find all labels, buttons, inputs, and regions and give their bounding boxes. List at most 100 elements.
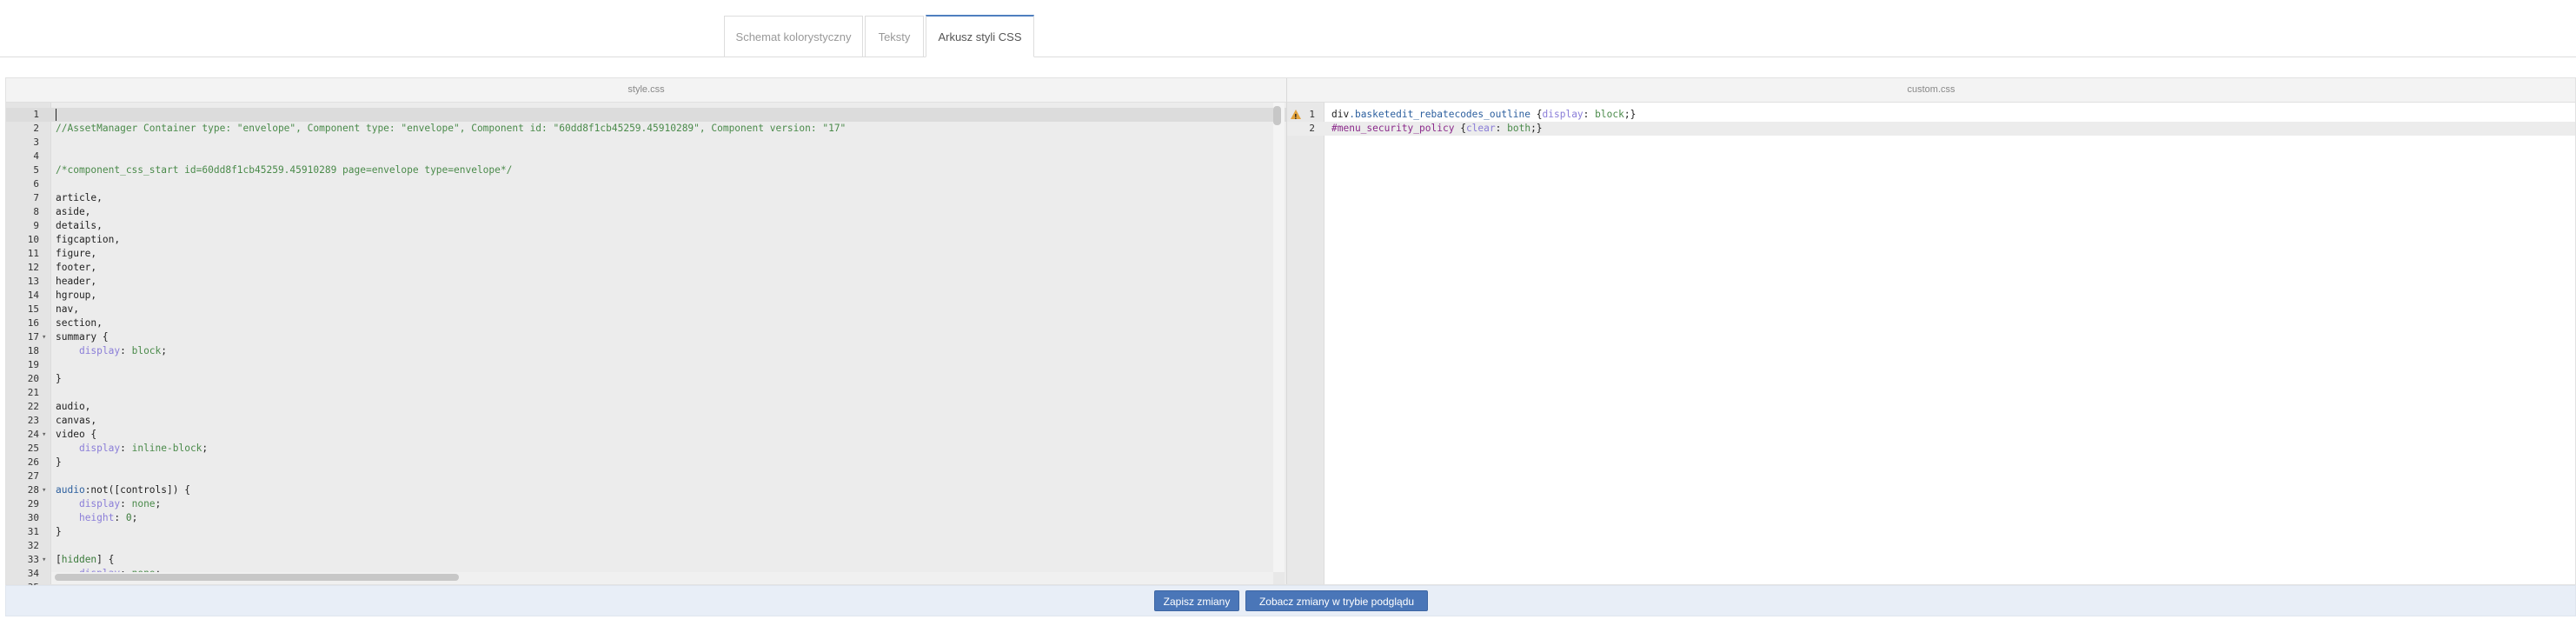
code-line[interactable]: 13 header, <box>6 275 1286 289</box>
code-lines: 1 2 //AssetManager Container type: "envelo… <box>6 108 1286 595</box>
code-line[interactable]: 4 <box>6 150 1286 163</box>
line-number: 7 <box>33 192 39 203</box>
code-line[interactable]: 22 audio, <box>6 400 1286 414</box>
line-number: 20 <box>27 373 39 384</box>
code-text: height: 0; <box>78 512 138 523</box>
line-number: 27 <box>27 470 39 482</box>
custom-css-panel: custom.css 1 div.basketedit_rebatecodes_o… <box>1287 78 2575 584</box>
code-text: } <box>56 373 62 384</box>
vertical-scrollbar-track[interactable] <box>1273 103 1285 572</box>
code-line[interactable]: 31} <box>6 525 1286 539</box>
code-text: display: none; <box>78 498 162 509</box>
code-line[interactable]: 17 ▾ summary { <box>6 330 1286 344</box>
tab-texts[interactable]: Teksty <box>865 16 924 57</box>
line-number: 19 <box>27 359 39 370</box>
code-line[interactable]: 32 <box>6 539 1286 553</box>
code-line[interactable]: 14 hgroup, <box>6 289 1286 303</box>
code-line[interactable]: 15 nav, <box>6 303 1286 316</box>
code-line[interactable]: 5 /*component_css_start id=60dd8f1cb45259… <box>6 163 1286 177</box>
code-line[interactable]: 6 <box>6 177 1286 191</box>
code-line[interactable]: 23 canvas, <box>6 414 1286 428</box>
code-line[interactable]: 21 <box>6 386 1286 400</box>
line-number: 8 <box>33 206 39 217</box>
code-line[interactable]: 19 <box>6 358 1286 372</box>
code-line[interactable]: 10 figcaption, <box>6 233 1286 247</box>
code-text: aside, <box>56 206 91 217</box>
line-number: 32 <box>27 540 39 551</box>
line-number: 33 <box>27 554 39 565</box>
line-number: 23 <box>27 415 39 426</box>
horizontal-scrollbar-thumb[interactable] <box>55 574 459 581</box>
code-lines: 1 div.basketedit_rebatecodes_outline {dis… <box>1287 108 2575 136</box>
code-line[interactable]: 25 display: inline-block; <box>6 442 1286 456</box>
code-text: //AssetManager Container type: "envelope… <box>56 123 846 134</box>
code-text: audio, <box>56 401 91 412</box>
code-line[interactable]: 3 <box>6 136 1286 150</box>
line-number: 17 <box>27 331 39 343</box>
line-number: 11 <box>27 248 39 259</box>
code-text: details, <box>56 220 103 231</box>
line-number: 1 <box>1309 109 1315 120</box>
style-css-editor[interactable]: 1 2 //AssetManager Container type: "envelo… <box>6 103 1286 593</box>
line-number: 16 <box>27 317 39 329</box>
style-css-title: style.css <box>6 78 1286 103</box>
line-number: 14 <box>27 290 39 301</box>
code-line[interactable]: 11 figure, <box>6 247 1286 261</box>
code-line[interactable]: 18 display: block; <box>6 344 1286 358</box>
line-number: 24 <box>27 429 39 440</box>
line-number: 29 <box>27 498 39 509</box>
code-line[interactable]: 8 aside, <box>6 205 1286 219</box>
code-text: footer, <box>56 262 97 273</box>
code-text: div.basketedit_rebatecodes_outline {disp… <box>1331 109 1637 120</box>
tab-css-stylesheet[interactable]: Arkusz styli CSS <box>926 15 1034 57</box>
fold-toggle-icon[interactable]: ▾ <box>42 428 46 442</box>
line-number: 34 <box>27 568 39 579</box>
fold-toggle-icon[interactable]: ▾ <box>42 553 46 567</box>
code-line[interactable]: 33 ▾ [hidden] { <box>6 553 1286 567</box>
code-line[interactable]: 26} <box>6 456 1286 470</box>
line-number: 31 <box>27 526 39 537</box>
code-line[interactable]: 30 height: 0; <box>6 511 1286 525</box>
fold-toggle-icon[interactable]: ▾ <box>42 483 46 497</box>
code-line[interactable]: 9 details, <box>6 219 1286 233</box>
editors-container: style.css 1 2//AssetManager Container typ… <box>5 77 2576 593</box>
code-text: figure, <box>56 248 97 259</box>
save-changes-button[interactable]: Zapisz zmiany <box>1154 590 1239 611</box>
code-text: nav, <box>56 303 79 315</box>
code-text: audio:not([controls]) { <box>56 484 190 496</box>
code-line[interactable]: 20} <box>6 372 1286 386</box>
line-number: 28 <box>27 484 39 496</box>
code-text: hgroup, <box>56 290 97 301</box>
code-line[interactable]: 12 footer, <box>6 261 1286 275</box>
code-text: section, <box>56 317 103 329</box>
code-line[interactable]: 24 ▾ video { <box>6 428 1286 442</box>
code-text: video { <box>56 429 97 440</box>
code-line[interactable]: 2 #menu_security_policy {clear: both;} <box>1287 122 2575 136</box>
custom-css-editor[interactable]: 1 div.basketedit_rebatecodes_outline {dis… <box>1287 103 2575 584</box>
code-line[interactable]: 1 div.basketedit_rebatecodes_outline {dis… <box>1287 108 2575 124</box>
code-line[interactable]: 29 display: none; <box>6 497 1286 511</box>
line-number: 26 <box>27 456 39 468</box>
tab-color-scheme[interactable]: Schemat kolorystyczny <box>724 16 863 57</box>
code-text: header, <box>56 276 97 287</box>
line-number: 30 <box>27 512 39 523</box>
code-line[interactable]: 2 //AssetManager Container type: "envelop… <box>6 122 1286 136</box>
code-line[interactable]: 27 <box>6 470 1286 483</box>
line-number: 18 <box>27 345 39 356</box>
code-text: #menu_security_policy {clear: both;} <box>1331 123 1543 134</box>
line-number: 9 <box>33 220 39 231</box>
vertical-scrollbar-thumb[interactable] <box>1273 106 1281 125</box>
code-line[interactable]: 7 article, <box>6 191 1286 205</box>
line-number: 4 <box>33 150 39 162</box>
code-line[interactable]: 16 section, <box>6 316 1286 330</box>
code-line[interactable]: 28 ▾ audio:not([controls]) { <box>6 483 1286 497</box>
custom-css-title: custom.css <box>1287 78 2575 103</box>
preview-changes-button[interactable]: Zobacz zmiany w trybie podglądu <box>1245 590 1428 611</box>
code-text: [hidden] { <box>56 554 115 565</box>
tab-bar: Schemat kolorystyczny Teksty Arkusz styl… <box>0 0 2576 57</box>
code-line[interactable]: 1 <box>6 108 1286 122</box>
line-number: 2 <box>33 123 39 134</box>
scrollbar-corner <box>1273 572 1285 584</box>
fold-toggle-icon[interactable]: ▾ <box>42 330 46 344</box>
style-css-panel: style.css 1 2 //AssetManager Container typ… <box>6 78 1287 593</box>
